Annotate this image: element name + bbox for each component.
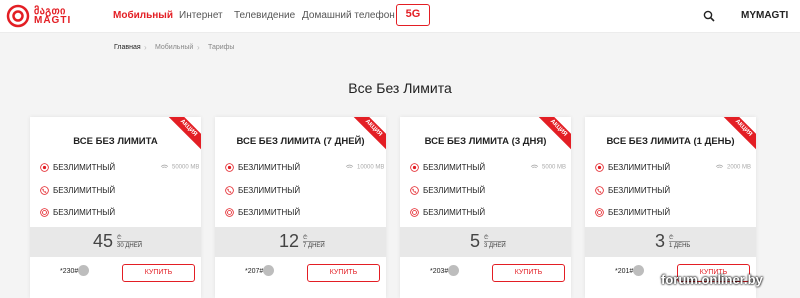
feature-label: БЕЗЛИМИТНЫЙ: [53, 186, 116, 195]
data-volume: 5000 MB: [530, 164, 566, 171]
magti-logo-icon: [6, 4, 30, 28]
search-icon[interactable]: [703, 10, 715, 22]
phone-icon: [225, 186, 234, 195]
price-value: 12: [279, 231, 300, 251]
price-period: 30 ДНЕЙ: [117, 241, 143, 249]
magti-logo[interactable]: მაგთი MAGTI: [6, 4, 71, 28]
price-period: 1 ДЕНЬ: [669, 241, 691, 249]
globe-icon: [225, 163, 234, 172]
5g-badge[interactable]: 5G: [396, 4, 430, 26]
price-value: 45: [93, 231, 114, 251]
feature-calls: БЕЗЛИМИТНЫЙ: [410, 185, 570, 197]
feature-sms: БЕЗЛИМИТНЫЙ: [595, 207, 755, 219]
feature-internet: БЕЗЛИМИТНЫЙ 2000 MB: [595, 162, 755, 174]
tariff-card: АКЦИЯ ВСЕ БЕЗ ЛИМИТА (3 ДНЯ) БЕЗЛИМИТНЫЙ…: [400, 117, 571, 298]
sms-icon: [595, 208, 604, 217]
feature-label: БЕЗЛИМИТНЫЙ: [238, 163, 301, 172]
feature-label: БЕЗЛИМИТНЫЙ: [53, 208, 116, 217]
tariff-card: АКЦИЯ ВСЕ БЕЗ ЛИМИТА БЕЗЛИМИТНЫЙ 50000 M…: [30, 117, 201, 298]
feature-label: БЕЗЛИМИТНЫЙ: [608, 208, 671, 217]
tariff-card: АКЦИЯ ВСЕ БЕЗ ЛИМИТА (7 ДНЕЙ) БЕЗЛИМИТНЫ…: [215, 117, 386, 298]
buy-button[interactable]: КУПИТЬ: [307, 264, 380, 282]
phone-icon: [633, 265, 644, 276]
ussd-code: *207#: [245, 268, 264, 275]
wifi-icon: [345, 164, 354, 169]
phone-icon: [448, 265, 459, 276]
phone-icon: [78, 265, 89, 276]
feature-sms: БЕЗЛИМИТНЫЙ: [225, 207, 385, 219]
data-volume: 2000 MB: [715, 164, 751, 171]
top-header: მაგთი MAGTI Мобильный Интернет Телевиден…: [0, 0, 800, 33]
currency-symbol: ₾: [484, 235, 489, 241]
price-band: 5 ₾ 3 ДНЕЙ: [400, 227, 571, 257]
page-title: Все Без Лимита: [348, 80, 452, 96]
mymagti-link[interactable]: MYMAGTI: [741, 10, 788, 21]
feature-label: БЕЗЛИМИТНЫЙ: [238, 186, 301, 195]
tariff-title: ВСЕ БЕЗ ЛИМИТА: [73, 136, 158, 147]
price-period: 3 ДНЕЙ: [484, 241, 506, 249]
phone-icon: [595, 186, 604, 195]
currency-symbol: ₾: [669, 235, 674, 241]
phone-icon: [263, 265, 274, 276]
breadcrumb-separator-icon: ›: [144, 43, 147, 52]
buy-button[interactable]: КУПИТЬ: [492, 264, 565, 282]
sms-icon: [40, 208, 49, 217]
ussd-code: *201#: [615, 268, 634, 275]
feature-label: БЕЗЛИМИТНЫЙ: [53, 163, 116, 172]
tariff-title: ВСЕ БЕЗ ЛИМИТА (7 ДНЕЙ): [236, 136, 365, 147]
nav-tv[interactable]: Телевидение: [234, 10, 295, 21]
price-period: 7 ДНЕЙ: [303, 241, 325, 249]
buy-button[interactable]: КУПИТЬ: [122, 264, 195, 282]
breadcrumb-mobile[interactable]: Мобильный: [155, 44, 193, 51]
feature-internet: БЕЗЛИМИТНЫЙ 10000 MB: [225, 162, 385, 174]
data-volume: 50000 MB: [160, 164, 199, 171]
feature-sms: БЕЗЛИМИТНЫЙ: [410, 207, 570, 219]
phone-icon: [410, 186, 419, 195]
feature-label: БЕЗЛИМИТНЫЙ: [423, 208, 486, 217]
sms-icon: [410, 208, 419, 217]
feature-label: БЕЗЛИМИТНЫЙ: [423, 163, 486, 172]
breadcrumb-separator-icon: ›: [197, 43, 200, 52]
feature-label: БЕЗЛИМИТНЫЙ: [608, 163, 671, 172]
globe-icon: [410, 163, 419, 172]
price-band: 45 ₾ 30 ДНЕЙ: [30, 227, 201, 257]
currency-symbol: ₾: [303, 235, 308, 241]
breadcrumb-home[interactable]: Главная: [114, 44, 141, 51]
feature-calls: БЕЗЛИМИТНЫЙ: [225, 185, 385, 197]
globe-icon: [595, 163, 604, 172]
wifi-icon: [160, 164, 169, 169]
feature-label: БЕЗЛИМИТНЫЙ: [423, 186, 486, 195]
feature-sms: БЕЗЛИМИТНЫЙ: [40, 207, 200, 219]
feature-label: БЕЗЛИМИТНЫЙ: [608, 186, 671, 195]
breadcrumb: Главная › Мобильный › Тарифы: [0, 34, 800, 60]
breadcrumb-tariffs: Тарифы: [208, 44, 235, 51]
price-value: 5: [470, 231, 481, 251]
currency-symbol: ₾: [117, 235, 122, 241]
forum-watermark: forum.onliner.by: [661, 272, 763, 287]
feature-calls: БЕЗЛИМИТНЫЙ: [40, 185, 200, 197]
wifi-icon: [530, 164, 539, 169]
feature-label: БЕЗЛИМИТНЫЙ: [238, 208, 301, 217]
ussd-code: *230#: [60, 268, 79, 275]
nav-home-phone[interactable]: Домашний телефон: [302, 10, 395, 21]
feature-internet: БЕЗЛИМИТНЫЙ 50000 MB: [40, 162, 200, 174]
price-band: 3 ₾ 1 ДЕНЬ: [585, 227, 756, 257]
tariff-card: АКЦИЯ ВСЕ БЕЗ ЛИМИТА (1 ДЕНЬ) БЕЗЛИМИТНЫ…: [585, 117, 756, 298]
data-volume: 10000 MB: [345, 164, 384, 171]
sms-icon: [225, 208, 234, 217]
tariff-title: ВСЕ БЕЗ ЛИМИТА (1 ДЕНЬ): [606, 136, 735, 147]
nav-mobile[interactable]: Мобильный: [113, 10, 173, 21]
price-value: 3: [655, 231, 666, 251]
tariff-title: ВСЕ БЕЗ ЛИМИТА (3 ДНЯ): [424, 136, 547, 147]
feature-calls: БЕЗЛИМИТНЫЙ: [595, 185, 755, 197]
price-band: 12 ₾ 7 ДНЕЙ: [215, 227, 386, 257]
wifi-icon: [715, 164, 724, 169]
nav-internet[interactable]: Интернет: [179, 10, 223, 21]
ussd-code: *203#: [430, 268, 449, 275]
logo-line-latin: MAGTI: [34, 15, 72, 26]
phone-icon: [40, 186, 49, 195]
globe-icon: [40, 163, 49, 172]
feature-internet: БЕЗЛИМИТНЫЙ 5000 MB: [410, 162, 570, 174]
